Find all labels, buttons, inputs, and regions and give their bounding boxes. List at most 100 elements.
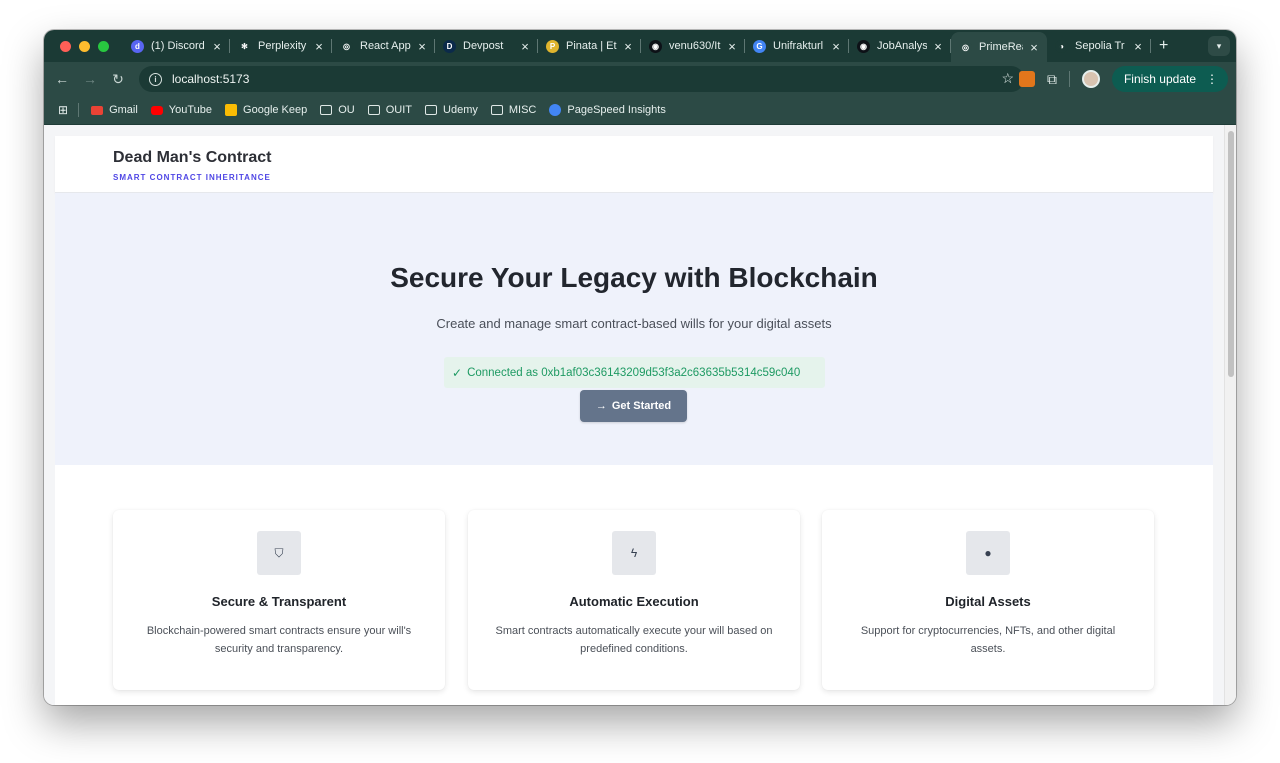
finish-update-button[interactable]: Finish update ⋮ — [1111, 66, 1228, 92]
new-tab-button[interactable]: + — [1159, 37, 1168, 55]
bookmark-item[interactable]: Google Keep — [225, 104, 307, 116]
wallet-connected-badge: ✓ Connected as 0xb1af03c36143209d53f3a2c… — [444, 357, 825, 388]
close-tab-icon[interactable]: × — [831, 39, 841, 54]
feature-card: ⛉ Secure & Transparent Blockchain-powere… — [113, 510, 445, 690]
browser-tab[interactable]: G Unifrakturl × — [745, 30, 849, 62]
close-tab-icon[interactable]: × — [520, 39, 530, 54]
tab-favicon-icon: G — [753, 39, 766, 53]
tab-title: Perplexity — [258, 40, 307, 52]
vertical-scrollbar[interactable] — [1224, 125, 1236, 705]
tab-favicon-icon: ◑ — [1055, 39, 1068, 53]
close-tab-icon[interactable]: × — [727, 39, 737, 54]
tab-favicon-icon: D — [443, 39, 456, 53]
folder-icon — [320, 105, 333, 115]
feature-description: Smart contracts automatically execute yo… — [495, 625, 773, 655]
bookmark-item[interactable]: YouTube — [150, 104, 213, 116]
close-tab-icon[interactable]: × — [1133, 39, 1143, 54]
browser-tab[interactable]: ◎ React App × — [332, 30, 435, 62]
bookmark-label: PageSpeed Insights — [567, 104, 666, 116]
browser-window: d (1) Discord × ✻ Perplexity × ◎ React App × D Dev… — [44, 30, 1236, 705]
url-text: localhost:5173 — [172, 72, 250, 86]
tab-favicon-icon: ◉ — [649, 39, 662, 53]
metamask-extension-icon[interactable] — [1018, 71, 1035, 87]
hero-subtitle: Create and manage smart contract-based w… — [436, 316, 832, 331]
close-tab-icon[interactable]: × — [933, 39, 943, 54]
check-icon: ✓ — [452, 365, 463, 380]
hero-section: Secure Your Legacy with Blockchain Creat… — [55, 193, 1213, 465]
feature-title: Automatic Execution — [569, 594, 699, 609]
reload-button[interactable]: ↻ — [104, 71, 132, 88]
maximize-window-button[interactable] — [98, 40, 109, 52]
page-viewport: Dead Man's Contract SMART CONTRACT INHER… — [44, 125, 1236, 705]
bookmark-item[interactable]: MISC — [490, 104, 536, 116]
back-button[interactable]: ← — [48, 71, 76, 87]
get-started-button[interactable]: → Get Started — [580, 390, 687, 422]
tab-favicon-icon: d — [131, 39, 144, 53]
gmail-icon — [91, 105, 104, 115]
bookmark-item[interactable]: Gmail — [91, 104, 138, 116]
address-bar[interactable]: i localhost:5173 ☆ — [139, 66, 1024, 92]
bookmark-label: Gmail — [109, 104, 138, 116]
bookmark-list: Gmail YouTube Google Keep OU OUIT Udemy MISC Pa… — [91, 104, 679, 116]
tab-title: React App — [360, 40, 411, 52]
bookmark-star-icon[interactable]: ☆ — [1001, 70, 1014, 87]
close-tab-icon[interactable]: × — [1029, 40, 1039, 55]
close-window-button[interactable] — [60, 40, 71, 52]
tab-search-button[interactable]: ▾ — [1208, 36, 1230, 56]
toolbar-actions: ⧉ Finish update ⋮ — [1018, 66, 1228, 92]
window-controls — [60, 40, 109, 52]
site-tagline: SMART CONTRACT INHERITANCE — [113, 173, 271, 182]
browser-tab[interactable]: ✻ Perplexity × — [230, 30, 332, 62]
bookmark-item[interactable]: OU — [320, 104, 355, 116]
tab-favicon-icon: ◎ — [340, 39, 353, 53]
browser-tab[interactable]: ◑ Sepolia Tr × — [1047, 30, 1151, 62]
browser-tab[interactable]: ◉ venu630/It × — [641, 30, 745, 62]
browser-tab[interactable]: D Devpost × — [435, 30, 538, 62]
minimize-window-button[interactable] — [79, 40, 90, 52]
finish-update-label: Finish update — [1123, 72, 1196, 86]
feature-card: ϟ Automatic Execution Smart contracts au… — [468, 510, 800, 690]
tab-title: venu630/It — [669, 40, 721, 52]
extensions-icon[interactable]: ⧉ — [1047, 71, 1057, 88]
close-tab-icon[interactable]: × — [417, 39, 427, 54]
close-tab-icon[interactable]: × — [623, 39, 633, 54]
feature-title: Secure & Transparent — [211, 594, 347, 609]
site-info-icon[interactable]: i — [149, 72, 162, 86]
browser-tab[interactable]: d (1) Discord × — [123, 30, 230, 62]
bookmark-label: YouTube — [168, 104, 213, 116]
tab-favicon-icon: P — [546, 39, 559, 53]
app-page: Dead Man's Contract SMART CONTRACT INHER… — [55, 136, 1213, 705]
youtube-icon — [150, 105, 163, 115]
bookmark-item[interactable]: PageSpeed Insights — [549, 104, 666, 116]
tab-title: Pinata | Eth — [566, 40, 617, 52]
apps-grid-icon[interactable]: ⊞ — [58, 103, 68, 117]
close-tab-icon[interactable]: × — [212, 39, 222, 54]
bookmark-label: Google Keep — [243, 104, 308, 116]
profile-avatar[interactable] — [1081, 70, 1100, 88]
forward-button[interactable]: → — [76, 71, 104, 87]
hero-title: Secure Your Legacy with Blockchain — [390, 262, 878, 293]
pagespeed-icon — [549, 104, 562, 116]
bookmark-item[interactable]: Udemy — [425, 104, 478, 116]
scrollbar-thumb[interactable] — [1228, 131, 1234, 377]
browser-tab[interactable]: ◉ JobAnalysis × — [849, 30, 951, 62]
wallet-address-text: Connected as 0xb1af03c36143209d53f3a2c63… — [467, 366, 801, 379]
bolt-icon: ϟ — [612, 531, 656, 575]
folder-icon — [490, 105, 503, 115]
feature-title: Digital Assets — [945, 594, 1031, 609]
tab-strip: d (1) Discord × ✻ Perplexity × ◎ React App × D Dev… — [44, 30, 1236, 62]
shield-icon: ⛉ — [257, 531, 301, 575]
tab-favicon-icon: ✻ — [238, 39, 251, 53]
close-tab-icon[interactable]: × — [314, 39, 324, 54]
bitcoin-icon: ● — [966, 531, 1010, 575]
tab-title: Unifrakturl — [773, 40, 824, 52]
tab-favicon-icon: ◎ — [959, 40, 972, 54]
tab-title: JobAnalysis — [877, 40, 927, 52]
bookmark-item[interactable]: OUIT — [367, 104, 412, 116]
site-brand[interactable]: Dead Man's Contract — [113, 149, 272, 167]
folder-icon — [425, 105, 438, 115]
tab-list: d (1) Discord × ✻ Perplexity × ◎ React App × D Dev… — [123, 30, 1151, 62]
browser-tab[interactable]: P Pinata | Eth × — [538, 30, 641, 62]
browser-tab[interactable]: ◎ PrimeReact × — [951, 32, 1047, 62]
tab-favicon-icon: ◉ — [857, 39, 870, 53]
